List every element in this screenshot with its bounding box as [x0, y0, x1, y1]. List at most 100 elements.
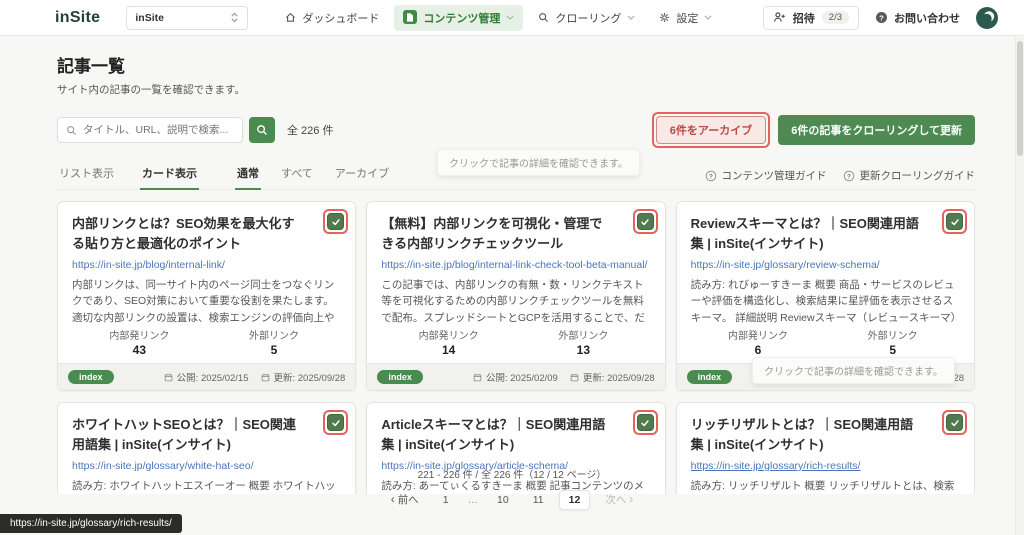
article-stats: 内部発リンク 14 外部リンク 13 — [367, 327, 664, 363]
toolbar-actions: 6件をアーカイブ 6件の記事をクローリングして更新 — [651, 112, 975, 148]
article-description: この記事では、内部リンクの有無・数・リンクテキスト等を可視化するための内部リンク… — [381, 279, 645, 324]
external-links-stat: 外部リンク 5 — [867, 331, 918, 357]
invite-count-badge: 2/3 — [821, 11, 849, 24]
search-input[interactable] — [83, 124, 234, 136]
pagination-page-10[interactable]: 10 — [488, 491, 518, 509]
chevron-down-icon — [627, 15, 635, 20]
article-title: Reviewスキーマとは？｜SEO関連用語集 | inSite(インサイト) — [690, 216, 919, 251]
article-description: 内部リンクは、同一サイト内のページ同士をつなぐリンクであり、SEO対策において重… — [72, 279, 335, 324]
checkbox-highlight-ring — [942, 209, 967, 234]
chevron-right-icon: › — [629, 492, 634, 506]
published-date: 公開: 2025/02/15 — [164, 370, 249, 384]
page-scrollbar[interactable] — [1015, 37, 1024, 535]
nav-item[interactable]: ダッシュボード — [276, 5, 388, 31]
article-card[interactable]: 内部リンクとは？SEO効果を最大化する貼り方と最適化のポイント https://… — [57, 201, 357, 391]
nav-item[interactable]: 設定 — [650, 5, 721, 31]
article-checkbox[interactable] — [636, 414, 654, 431]
filter-tab[interactable]: アーカイブ — [333, 161, 391, 189]
pagination-page-1[interactable]: 1 — [434, 491, 458, 509]
card-body: 【無料】内部リンクを可視化・管理できる内部リンクチェックツール https://… — [367, 202, 664, 327]
document-icon — [403, 10, 418, 25]
browser-status-url: https://in-site.jp/glossary/rich-results… — [0, 514, 182, 533]
pagination-prev-button[interactable]: ‹ 前へ — [382, 489, 428, 510]
article-checkbox[interactable] — [327, 213, 345, 230]
pagination-page-11[interactable]: 11 — [524, 491, 553, 509]
nav-item[interactable]: コンテンツ管理 — [394, 4, 524, 31]
question-circle-icon: ? — [705, 170, 717, 182]
scrollbar-thumb[interactable] — [1017, 41, 1023, 156]
article-checkbox[interactable] — [327, 414, 345, 431]
chevron-down-icon — [704, 15, 712, 20]
article-card[interactable]: 【無料】内部リンクを可視化・管理できる内部リンクチェックツール https://… — [366, 201, 666, 391]
guide-link[interactable]: ? 更新クローリングガイド — [843, 168, 975, 183]
view-tab[interactable]: カード表示 — [140, 161, 199, 190]
checkbox-highlight-ring — [632, 410, 658, 435]
page-title: 記事一覧 — [57, 57, 125, 76]
article-checkbox[interactable] — [946, 414, 963, 431]
pagination-ellipsis: … — [467, 493, 479, 506]
person-plus-icon — [773, 11, 786, 24]
card-footer: index 公開: 2025/02/15 更新: 2025/09/28 — [58, 363, 356, 390]
internal-links-stat: 内部発リンク 43 — [109, 331, 170, 357]
updated-date: 更新: 2025/09/28 — [570, 370, 655, 384]
updated-date: 更新: 2025/09/28 — [261, 370, 345, 384]
article-checkbox[interactable] — [946, 213, 963, 230]
checkbox-highlight-ring — [323, 410, 349, 435]
checkbox-highlight-ring — [323, 209, 349, 234]
internal-links-stat: 内部発リンク 6 — [727, 331, 788, 357]
contact-label: お問い合わせ — [894, 12, 960, 25]
pagination-summary: 221 - 226 件 / 全 226 件（12 / 12 ページ） — [417, 470, 607, 481]
app-logo: inSite — [55, 8, 101, 26]
site-selector[interactable]: inSite — [126, 5, 249, 30]
search-button[interactable] — [249, 117, 275, 143]
total-count: 全 226 件 — [287, 125, 334, 137]
article-title: リッチリザルトとは？｜SEO関連用語集 | inSite(インサイト) — [690, 417, 914, 452]
crawl-update-button[interactable]: 6件の記事をクローリングして更新 — [778, 115, 975, 145]
search-box — [57, 117, 243, 143]
article-description: 読み方: れびゅーすきーま 概要 商品・サービスのレビューや評価を構造化し、検索… — [690, 279, 956, 324]
article-url-link[interactable]: https://in-site.jp/blog/internal-link-ch… — [381, 259, 650, 271]
filter-tabs: 通常 すべて アーカイブ — [235, 161, 409, 190]
article-title: ホワイトハットSEOとは？｜SEO関連用語集 | inSite(インサイト) — [72, 417, 296, 452]
archive-button[interactable]: 6件をアーカイブ — [655, 116, 767, 144]
calendar-icon — [570, 373, 579, 381]
pagination: 221 - 226 件 / 全 226 件（12 / 12 ページ） ‹ 前へ … — [0, 466, 1024, 510]
nav-item-label: ダッシュボード — [302, 12, 380, 25]
invite-button[interactable]: 招待 2/3 — [762, 5, 859, 30]
search-icon — [66, 125, 77, 136]
article-stats: 内部発リンク 43 外部リンク 5 — [58, 327, 355, 363]
search-icon — [538, 12, 549, 23]
filter-tab[interactable]: すべて — [279, 161, 315, 189]
nav-item[interactable]: クローリング — [529, 5, 644, 31]
toolbar: 全 226 件 6件をアーカイブ 6件の記事をクローリングして更新 — [57, 112, 975, 148]
card-body: 内部リンクとは？SEO効果を最大化する貼り方と最適化のポイント https://… — [58, 202, 355, 327]
account-avatar[interactable] — [976, 6, 998, 29]
pagination-next-button[interactable]: 次へ › — [596, 489, 642, 510]
article-title: 【無料】内部リンクを可視化・管理できる内部リンクチェックツール — [381, 216, 603, 251]
nav-item-label: コンテンツ管理 — [423, 12, 501, 25]
article-checkbox[interactable] — [636, 213, 654, 230]
article-url-link[interactable]: https://in-site.jp/glossary/review-schem… — [691, 259, 960, 271]
view-tab[interactable]: リスト表示 — [57, 161, 116, 189]
article-title: Articleスキーマとは？｜SEO関連用語集 | inSite(インサイト) — [381, 417, 606, 452]
filter-tab[interactable]: 通常 — [235, 161, 261, 190]
calendar-icon — [473, 373, 482, 381]
invite-label: 招待 — [792, 12, 815, 25]
card-dates: 公開: 2025/02/15 更新: 2025/09/28 — [164, 370, 345, 384]
svg-text:?: ? — [847, 173, 851, 180]
index-badge: index — [377, 370, 423, 384]
pagination-page-12[interactable]: 12 — [558, 489, 591, 510]
external-links-stat: 外部リンク 13 — [558, 331, 609, 357]
pagination-controls: ‹ 前へ 1 … 10 11 12 次へ › — [0, 489, 1024, 510]
index-badge: index — [686, 370, 733, 384]
main-nav: ダッシュボード コンテンツ管理 クローリング 設定 — [276, 4, 721, 31]
header-right: 招待 2/3 ? お問い合わせ — [762, 5, 998, 30]
card-dates: 公開: 2025/02/09 更新: 2025/09/28 — [473, 370, 655, 384]
nav-item-label: 設定 — [676, 12, 699, 25]
updown-chevrons-icon — [230, 11, 239, 24]
internal-links-stat: 内部発リンク 14 — [418, 331, 479, 357]
article-title: 内部リンクとは？SEO効果を最大化する貼り方と最適化のポイント — [72, 216, 295, 251]
contact-button[interactable]: ? お問い合わせ — [875, 10, 960, 26]
guide-link[interactable]: ? コンテンツ管理ガイド — [705, 168, 827, 183]
article-url-link[interactable]: https://in-site.jp/blog/internal-link/ — [72, 259, 341, 271]
